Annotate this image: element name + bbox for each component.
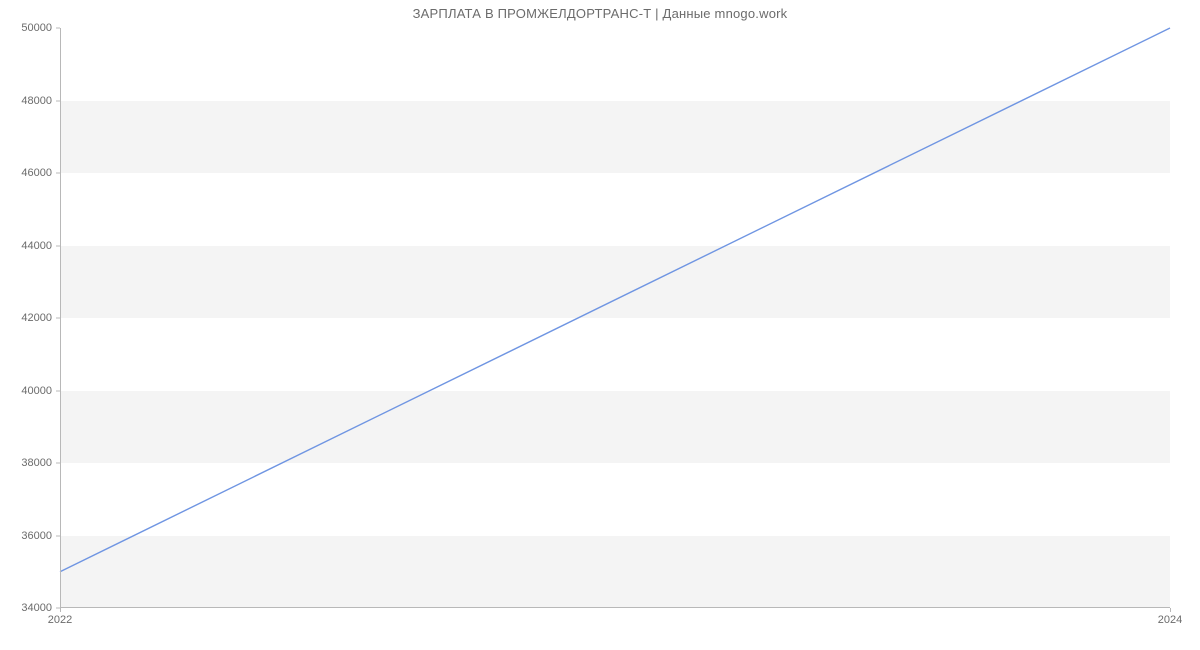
y-tick-mark (56, 535, 60, 536)
x-tick-mark (1170, 608, 1171, 612)
y-tick-label: 50000 (6, 22, 52, 34)
y-tick-mark (56, 245, 60, 246)
axis-spine-left (60, 28, 61, 608)
chart-title: ЗАРПЛАТА В ПРОМЖЕЛДОРТРАНС-Т | Данные mn… (0, 6, 1200, 21)
y-tick-label: 48000 (6, 95, 52, 107)
y-tick-mark (56, 100, 60, 101)
y-tick-label: 38000 (6, 457, 52, 469)
series-line (60, 28, 1170, 572)
y-tick-mark (56, 28, 60, 29)
line-series (60, 28, 1170, 608)
y-tick-label: 36000 (6, 530, 52, 542)
plot-area (60, 28, 1170, 608)
y-tick-mark (56, 390, 60, 391)
y-tick-mark (56, 318, 60, 319)
x-tick-label: 2024 (1158, 614, 1182, 626)
y-tick-label: 46000 (6, 167, 52, 179)
y-tick-label: 42000 (6, 312, 52, 324)
y-tick-mark (56, 173, 60, 174)
y-tick-label: 34000 (6, 602, 52, 614)
axis-spine-bottom (60, 607, 1170, 608)
y-tick-label: 44000 (6, 240, 52, 252)
y-tick-label: 40000 (6, 385, 52, 397)
x-tick-label: 2022 (48, 614, 72, 626)
x-tick-mark (60, 608, 61, 612)
y-tick-mark (56, 463, 60, 464)
